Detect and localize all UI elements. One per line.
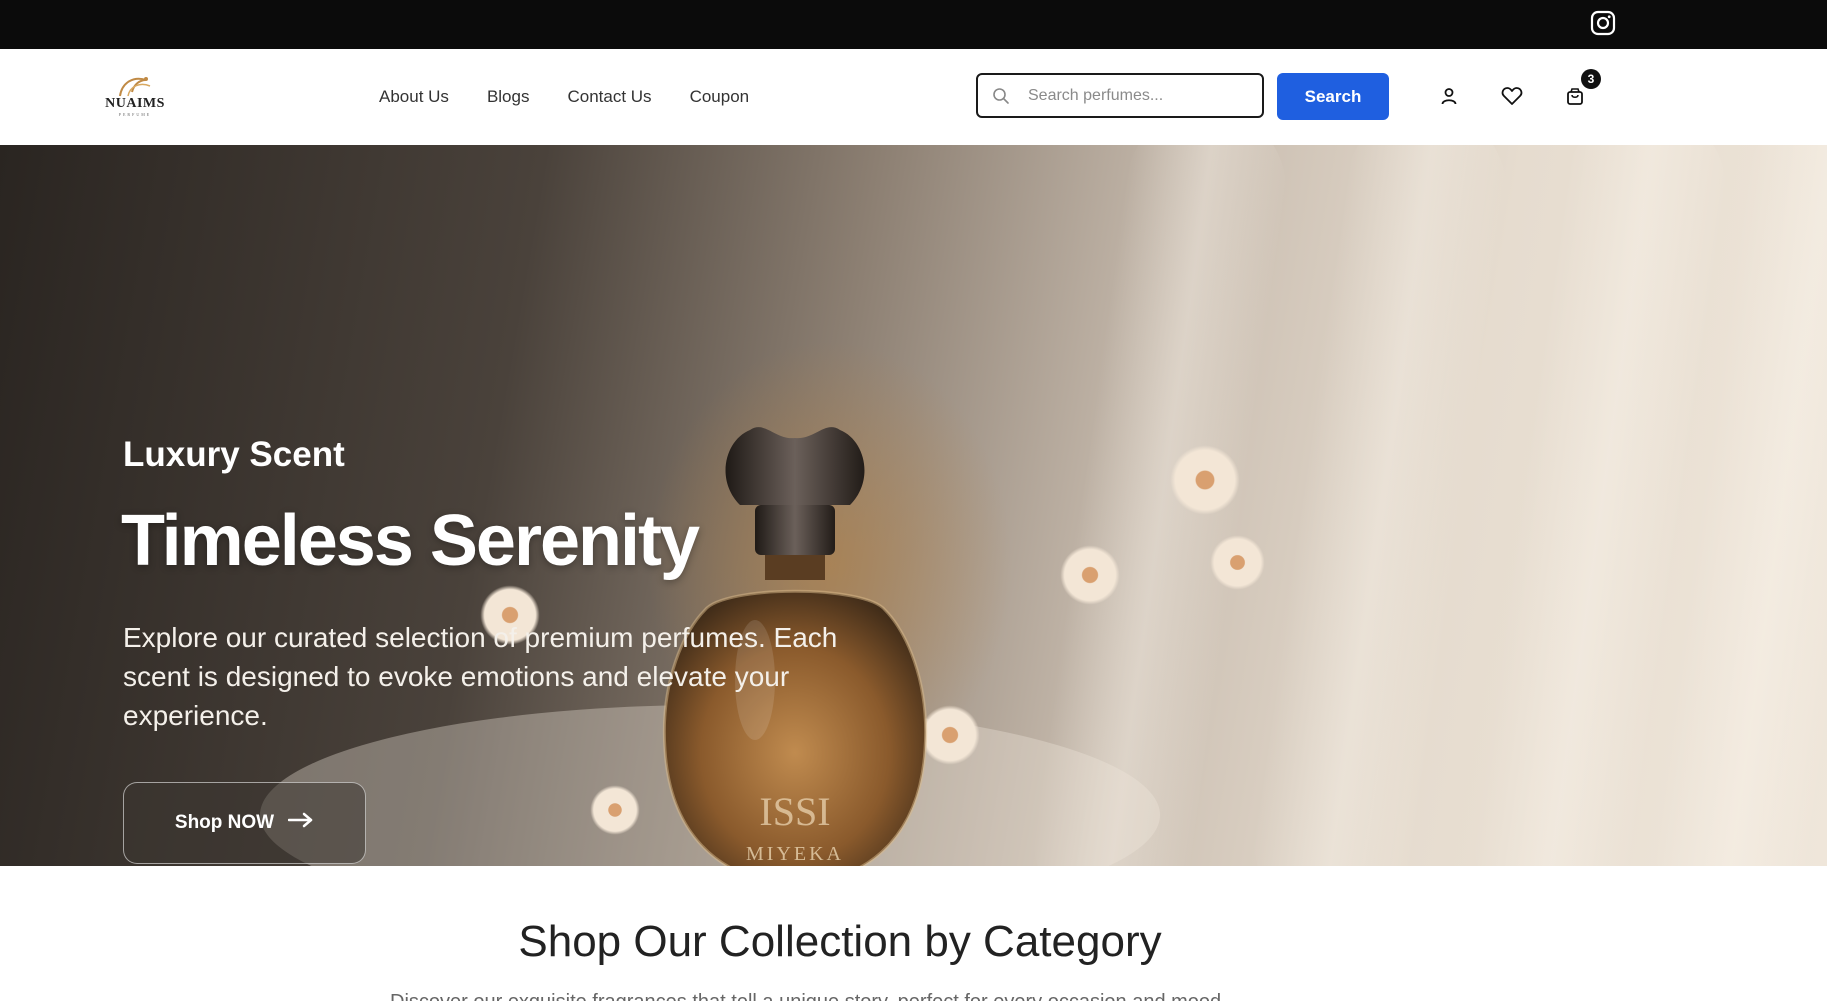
nav-blogs[interactable]: Blogs <box>487 87 530 107</box>
nav-contact-us[interactable]: Contact Us <box>567 87 651 107</box>
hero-subtitle: Luxury Scent <box>123 435 345 474</box>
flower-decoration <box>1170 445 1240 515</box>
search-button[interactable]: Search <box>1277 73 1389 120</box>
collection-description: Discover our exquisite fragrances that t… <box>390 991 1290 1001</box>
search-input[interactable] <box>1026 85 1250 106</box>
hero-description: Explore our curated selection of premium… <box>123 622 838 731</box>
nav-about-us[interactable]: About Us <box>379 87 449 107</box>
shop-now-label: Shop NOW <box>174 812 275 833</box>
brand-tagline: PERFUME <box>118 112 152 117</box>
search-box <box>976 73 1264 118</box>
bottle-label-top: ISSI <box>759 789 830 834</box>
flower-decoration <box>1060 545 1120 605</box>
flower-decoration <box>1210 535 1265 590</box>
flower-decoration <box>590 785 640 835</box>
collection-title: Shop Our Collection by Category <box>518 917 1162 966</box>
cart-count-badge: 3 <box>1581 69 1601 89</box>
site-header: NUAIMS PERFUME About Us Blogs Contact Us… <box>0 49 1827 146</box>
heart-icon[interactable] <box>1499 83 1525 109</box>
nav-coupon[interactable]: Coupon <box>690 87 750 107</box>
fabric-drape <box>1243 145 1517 866</box>
bottle-label-bottom: MIYEKA <box>746 843 844 865</box>
hero-title: Timeless Serenity <box>121 501 700 581</box>
arrow-right-icon <box>287 812 314 834</box>
shop-now-button[interactable]: Shop NOW <box>123 782 366 864</box>
user-icon[interactable] <box>1436 83 1462 109</box>
main-nav: About Us Blogs Contact Us Coupon <box>379 87 787 107</box>
top-bar <box>0 0 1827 49</box>
search-icon <box>992 86 1012 106</box>
hero-banner: ISSI MIYEKA Luxury Scent Timeless Sereni… <box>0 145 1827 866</box>
brand-name: NUAIMS <box>105 96 165 111</box>
instagram-icon[interactable] <box>1589 9 1617 37</box>
brand-logo[interactable]: NUAIMS PERFUME <box>100 74 170 122</box>
